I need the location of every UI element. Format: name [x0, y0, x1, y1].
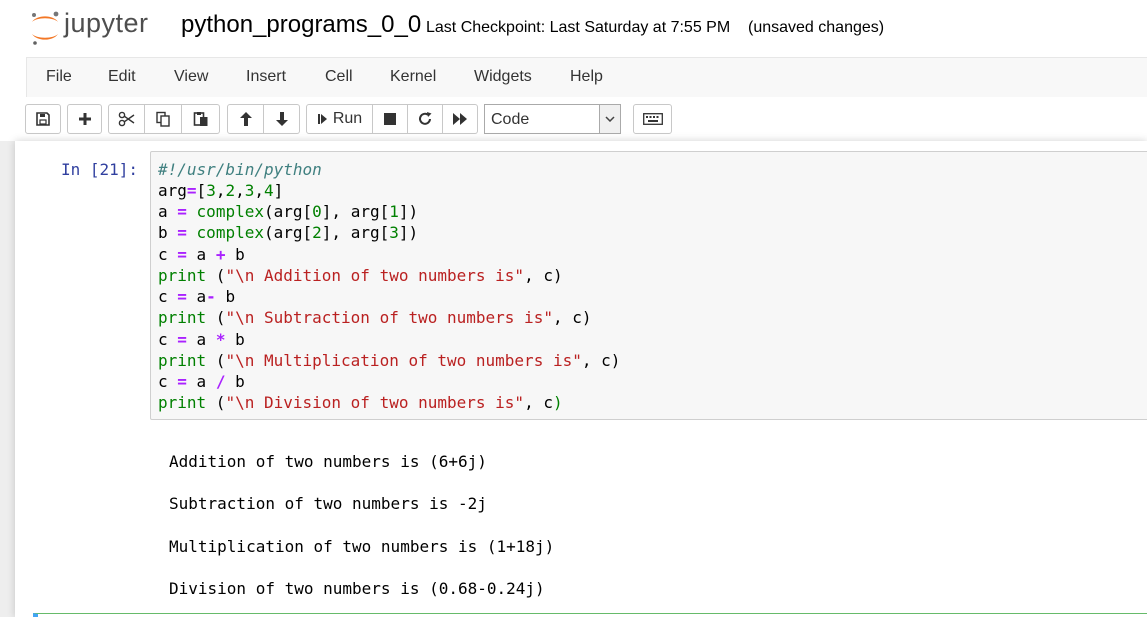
menu-widgets[interactable]: Widgets [474, 68, 532, 86]
menu-kernel[interactable]: Kernel [390, 68, 436, 86]
move-down-button[interactable] [264, 104, 300, 134]
cut-button[interactable] [108, 104, 145, 134]
restart-icon [419, 112, 432, 125]
paste-icon [193, 112, 207, 126]
code-line: c = a- b [158, 287, 236, 306]
paste-button[interactable] [182, 104, 220, 134]
code-line: print ("\n Subtraction of two numbers is… [158, 308, 592, 327]
menu-bar: File Edit View Insert Cell Kernel Widget… [26, 57, 1147, 98]
keyboard-icon [642, 113, 663, 125]
stop-icon [384, 113, 396, 125]
save-button[interactable] [25, 104, 61, 134]
move-up-button[interactable] [227, 104, 264, 134]
menu-insert[interactable]: Insert [246, 68, 286, 86]
run-label: Run [332, 110, 363, 127]
header: jupyter python_programs_0_0 Last Checkpo… [0, 0, 1147, 56]
chevron-down-icon[interactable] [599, 105, 620, 133]
cut-icon [118, 111, 134, 127]
code-line: #!/usr/bin/python [158, 160, 322, 179]
cell-type-select[interactable]: Code [484, 104, 621, 134]
copy-icon [156, 111, 170, 127]
input-prompt: In [21]: [61, 160, 139, 179]
code-line: c = a / b [158, 372, 245, 391]
jupyter-logo-text[interactable]: jupyter [64, 8, 149, 39]
menu-edit[interactable]: Edit [108, 68, 136, 86]
run-icon [317, 114, 327, 124]
code-line: c = a + b [158, 245, 245, 264]
notebook-name[interactable]: python_programs_0_0 [181, 11, 421, 39]
next-code-cell[interactable] [33, 613, 1147, 617]
copy-button[interactable] [145, 104, 182, 134]
insert-cell-button[interactable] [67, 104, 102, 134]
restart-button[interactable] [408, 104, 443, 134]
code-line: b = complex(arg[2], arg[3]) [158, 223, 419, 242]
plus-icon [78, 113, 91, 125]
checkpoint-status: Last Checkpoint: Last Saturday at 7:55 P… [426, 19, 731, 36]
code-line: print ("\n Division of two numbers is", … [158, 393, 563, 412]
menu-cell[interactable]: Cell [325, 68, 353, 86]
code-line: c = a * b [158, 330, 245, 349]
code-line: arg=[3,2,3,4] [158, 181, 284, 200]
menu-help[interactable]: Help [570, 68, 603, 86]
output-line: Division of two numbers is (0.68-0.24j) [169, 579, 545, 598]
autosave-status: (unsaved changes) [748, 19, 885, 36]
output-line: Subtraction of two numbers is -2j [169, 494, 487, 513]
interrupt-button[interactable] [373, 104, 408, 134]
arrow-down-icon [275, 112, 288, 126]
save-icon [36, 112, 50, 126]
cell-type-value: Code [491, 111, 530, 128]
code-line: a = complex(arg[0], arg[1]) [158, 202, 419, 221]
code-line: print ("\n Addition of two numbers is", … [158, 266, 563, 285]
arrow-up-icon [239, 112, 252, 126]
menu-view[interactable]: View [174, 68, 208, 86]
fast-forward-icon [453, 113, 467, 125]
run-button[interactable]: Run [306, 104, 373, 134]
code-line: print ("\n Multiplication of two numbers… [158, 351, 621, 370]
menu-file[interactable]: File [46, 68, 72, 86]
code-editor[interactable] [150, 151, 1147, 420]
output-line: Addition of two numbers is (6+6j) [169, 452, 487, 471]
output-line: Multiplication of two numbers is (1+18j) [169, 537, 555, 556]
command-palette-button[interactable] [633, 104, 672, 134]
restart-run-all-button[interactable] [443, 104, 478, 134]
